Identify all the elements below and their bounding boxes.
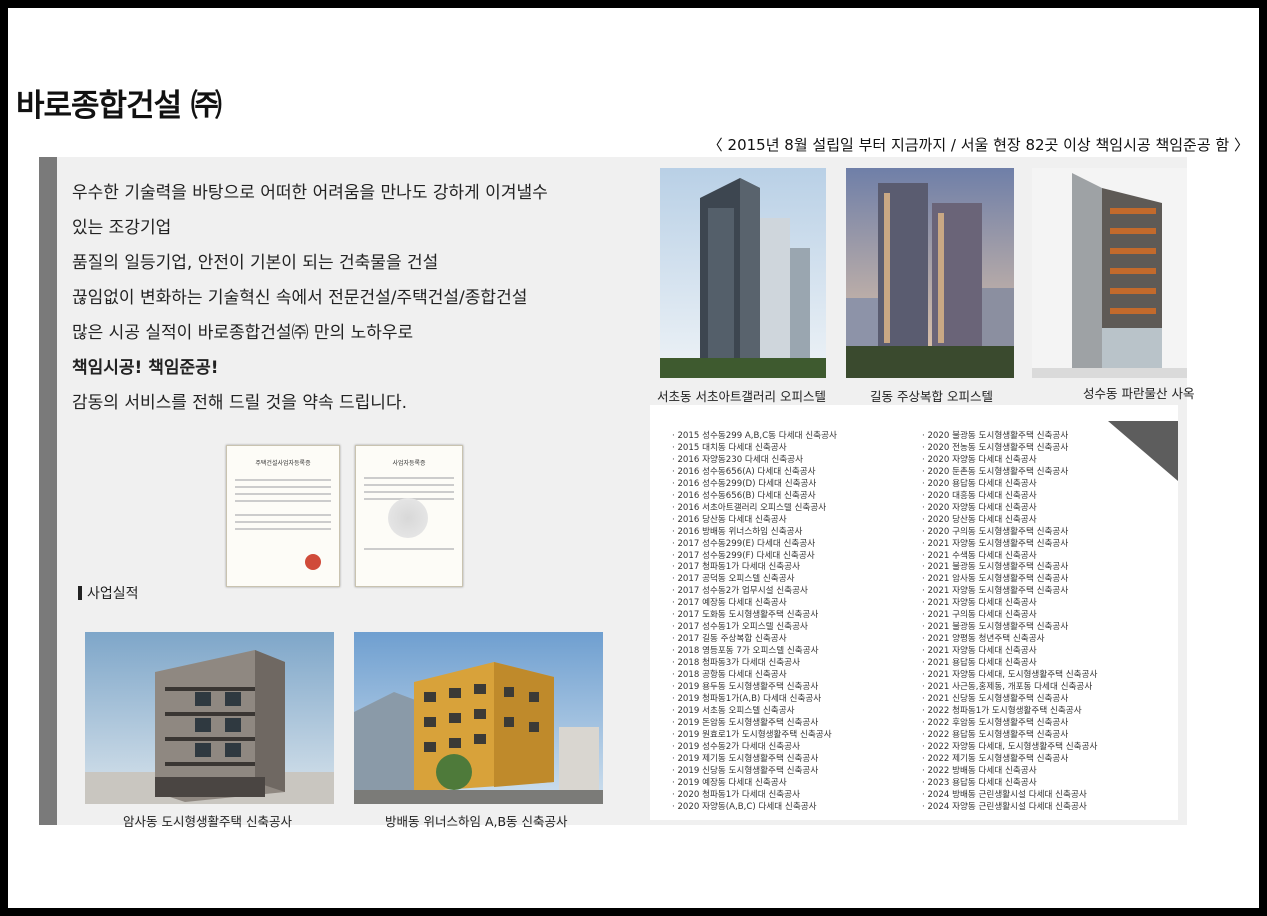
list-item: 2020 자양동(A,B,C) 다세대 신축공사 — [672, 802, 837, 814]
list-item: 2021 불광동 도시형생활주택 신축공사 — [922, 622, 1097, 634]
list-item: 2017 공덕동 오피스텔 신축공사 — [672, 574, 837, 586]
list-item: 2021 자양동 도시형생활주택 신축공사 — [922, 586, 1097, 598]
list-item: 2017 길동 주상복합 신축공사 — [672, 634, 837, 646]
project-caption: 방배동 위너스하임 A,B동 신축공사 — [385, 814, 568, 829]
list-item: 2019 돈암동 도시형생활주택 신축공사 — [672, 718, 837, 730]
list-item: 2022 후암동 도시형생활주택 신축공사 — [922, 718, 1097, 730]
list-item: 2020 청파동1가 다세대 신축공사 — [672, 790, 837, 802]
list-item: 2022 자양동 다세대, 도시형생활주택 신축공사 — [922, 742, 1097, 754]
list-item: 2021 사근동,홍제동, 개포동 다세대 신축공사 — [922, 682, 1097, 694]
list-item: 2017 성수동299(E) 다세대 신축공사 — [672, 539, 837, 551]
company-history-subtitle: 〈 2015년 8월 설립일 부터 지금까지 / 서울 현장 82곳 이상 책임… — [707, 136, 1249, 154]
project-photo-bangbae — [354, 632, 603, 804]
list-item: 2021 양평동 청년주택 신축공사 — [922, 634, 1097, 646]
project-list-left-column: 2015 성수동299 A,B,C동 다세대 신축공사 2015 대치동 다세대… — [672, 431, 837, 814]
intro-line: 많은 시공 실적이 바로종합건설㈜ 만의 노하우로 — [72, 323, 414, 343]
project-caption: 길동 주상복합 오피스텔 — [870, 389, 993, 404]
seal-stamp — [305, 554, 321, 570]
list-item: 2022 제기동 도시형생활주택 신축공사 — [922, 754, 1097, 766]
project-caption: 서초동 서초아트갤러리 오피스텔 — [657, 389, 826, 404]
certificate-heading: 주택건설사업자등록증 — [255, 460, 311, 467]
intro-line: 감동의 서비스를 전해 드릴 것을 약속 드립니다. — [72, 393, 407, 413]
list-item: 2019 신당동 도시형생활주택 신축공사 — [672, 766, 837, 778]
project-photo-seocho — [660, 168, 826, 378]
list-item: 2021 신당동 도시형생활주택 신축공사 — [922, 694, 1097, 706]
list-item: 2020 둔촌동 도시형생활주택 신축공사 — [922, 467, 1097, 479]
list-item: 2020 전농동 도시형생활주택 신축공사 — [922, 443, 1097, 455]
company-intro: 우수한 기술력을 바탕으로 어떠한 어려움을 만나도 강하게 이겨낼수 있는 조… — [72, 176, 632, 421]
list-item: 2020 당산동 다세대 신축공사 — [922, 515, 1097, 527]
list-item: 2021 수색동 다세대 신축공사 — [922, 551, 1097, 563]
list-item: 2016 서초아트갤러리 오피스텔 신축공사 — [672, 503, 837, 515]
project-list: 2015 성수동299 A,B,C동 다세대 신축공사 2015 대치동 다세대… — [650, 405, 1178, 820]
list-item: 2019 용두동 도시형생활주택 신축공사 — [672, 682, 837, 694]
list-item: 2021 자양동 다세대 신축공사 — [922, 646, 1097, 658]
list-item: 2022 용답동 도시형생활주택 신축공사 — [922, 730, 1097, 742]
list-item: 2020 자양동 다세대 신축공사 — [922, 455, 1097, 467]
list-item: 2019 예장동 다세대 신축공사 — [672, 778, 837, 790]
list-item: 2022 방배동 다세대 신축공사 — [922, 766, 1097, 778]
corner-triangle — [1108, 421, 1178, 481]
list-item: 2020 불광동 도시형생활주택 신축공사 — [922, 431, 1097, 443]
list-item: 2019 서초동 오피스텔 신축공사 — [672, 706, 837, 718]
intro-line: 품질의 일등기업, 안전이 기본이 되는 건축물을 건설 — [72, 253, 439, 273]
intro-slogan: 책임시공! 책임준공! — [72, 358, 219, 378]
certificate-heading: 사업자등록증 — [392, 460, 426, 467]
intro-line: 있는 조강기업 — [72, 218, 172, 238]
list-item: 2016 방배동 위너스하임 신축공사 — [672, 527, 837, 539]
list-item: 2016 당산동 다세대 신축공사 — [672, 515, 837, 527]
list-item: 2018 청파동3가 다세대 신축공사 — [672, 658, 837, 670]
list-item: 2020 대흥동 다세대 신축공사 — [922, 491, 1097, 503]
project-photo-gildong — [846, 168, 1014, 378]
list-item: 2023 용답동 다세대 신축공사 — [922, 778, 1097, 790]
list-item: 2021 자양동 도시형생활주택 신축공사 — [922, 539, 1097, 551]
intro-line: 우수한 기술력을 바탕으로 어떠한 어려움을 만나도 강하게 이겨낼수 — [72, 183, 548, 203]
list-item: 2019 청파동1가(A,B) 다세대 신축공사 — [672, 694, 837, 706]
housing-license-certificate: 주택건설사업자등록증 — [226, 445, 340, 587]
project-photo-amsa — [85, 632, 334, 804]
list-item: 2017 성수동1가 오피스텔 신축공사 — [672, 622, 837, 634]
list-item: 2017 도화동 도시형생활주택 신축공사 — [672, 610, 837, 622]
list-item: 2021 구의동 다세대 신축공사 — [922, 610, 1097, 622]
project-caption: 성수동 파란물산 사옥 — [1083, 386, 1195, 401]
project-caption: 암사동 도시형생활주택 신축공사 — [123, 814, 292, 829]
list-item: 2021 자양동 다세대 신축공사 — [922, 598, 1097, 610]
section-heading: 사업실적 — [78, 583, 139, 603]
business-registration-certificate: 사업자등록증 — [355, 445, 463, 587]
list-item: 2016 성수동656(B) 다세대 신축공사 — [672, 491, 837, 503]
list-item: 2016 성수동299(D) 다세대 신축공사 — [672, 479, 837, 491]
list-item: 2017 성수동2가 업무시설 신축공사 — [672, 586, 837, 598]
list-item: 2019 원효로1가 도시형생활주택 신축공사 — [672, 730, 837, 742]
list-item: 2016 성수동656(A) 다세대 신축공사 — [672, 467, 837, 479]
list-item: 2018 공항동 다세대 신축공사 — [672, 670, 837, 682]
list-item: 2020 용답동 다세대 신축공사 — [922, 479, 1097, 491]
panel-accent-bar — [39, 157, 57, 825]
list-item: 2020 구의동 도시형생활주택 신축공사 — [922, 527, 1097, 539]
list-item: 2017 성수동299(F) 다세대 신축공사 — [672, 551, 837, 563]
list-item: 2021 자양동 다세대, 도시형생활주택 신축공사 — [922, 670, 1097, 682]
list-item: 2020 자양동 다세대 신축공사 — [922, 503, 1097, 515]
project-list-right-column: 2020 불광동 도시형생활주택 신축공사 2020 전농동 도시형생활주택 신… — [922, 431, 1097, 814]
list-item: 2024 자양동 근린생활시설 다세대 신축공사 — [922, 802, 1097, 814]
list-item: 2021 불광동 도시형생활주택 신축공사 — [922, 562, 1097, 574]
list-item: 2015 성수동299 A,B,C동 다세대 신축공사 — [672, 431, 836, 443]
list-item: 2021 용답동 다세대 신축공사 — [922, 658, 1097, 670]
list-item: 2024 방배동 근린생활시설 다세대 신축공사 — [922, 790, 1097, 802]
list-item: 2022 청파동1가 도시형생활주택 신축공사 — [922, 706, 1097, 718]
company-title: 바로종합건설 ㈜ — [16, 88, 222, 124]
list-item: 2017 예장동 다세대 신축공사 — [672, 598, 837, 610]
list-item: 2019 성수동2가 다세대 신축공사 — [672, 742, 837, 754]
project-photo-seongsu — [1032, 168, 1187, 378]
list-item: 2018 영등포동 7가 오피스텔 신축공사 — [672, 646, 837, 658]
list-item: 2016 자양동230 다세대 신축공사 — [672, 455, 837, 467]
government-emblem — [388, 498, 428, 538]
list-item: 2021 암사동 도시형생활주택 신축공사 — [922, 574, 1097, 586]
list-item: 2015 대치동 다세대 신축공사 — [672, 443, 837, 455]
intro-line: 끊임없이 변화하는 기술혁신 속에서 전문건설/주택건설/종합건설 — [72, 288, 528, 308]
list-item: 2019 제기동 도시형생활주택 신축공사 — [672, 754, 837, 766]
list-item: 2017 청파동1가 다세대 신축공사 — [672, 562, 837, 574]
section-marker — [78, 586, 82, 600]
